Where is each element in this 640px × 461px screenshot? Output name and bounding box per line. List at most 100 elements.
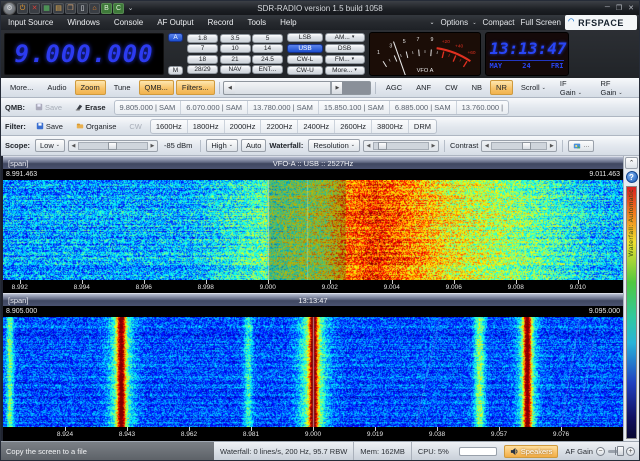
b-button-icon[interactable]: B bbox=[101, 3, 112, 14]
maximize-button[interactable]: ❐ bbox=[616, 4, 622, 12]
dsp-button-agc[interactable]: AGC bbox=[380, 80, 408, 95]
tools-icon[interactable]: ✕ bbox=[29, 3, 40, 14]
slider-thumb[interactable] bbox=[522, 142, 531, 150]
keypad-button-14[interactable]: 14 bbox=[252, 44, 283, 53]
slider-track[interactable] bbox=[78, 142, 148, 150]
scope-low-dropdown[interactable]: Low⌄ bbox=[35, 139, 65, 152]
slider-left-arrow-icon[interactable]: ◀ bbox=[69, 143, 78, 149]
scope-high-dropdown[interactable]: High⌄ bbox=[206, 139, 238, 152]
qmb-entry-4[interactable]: 6.885.000 | SAM bbox=[390, 101, 457, 114]
compact-button[interactable]: Compact bbox=[483, 18, 515, 27]
mode-button-am[interactable]: AM...▾ bbox=[325, 33, 365, 43]
app-logo-icon[interactable]: ⚙ bbox=[3, 2, 16, 15]
filter-width-2200hz[interactable]: 2200Hz bbox=[261, 120, 298, 133]
scope-auto-button[interactable]: Auto bbox=[241, 139, 266, 152]
menu-item-console[interactable]: Console bbox=[107, 15, 150, 30]
filter-width-3800hz[interactable]: 3800Hz bbox=[372, 120, 409, 133]
scroll-left-arrow-icon[interactable]: ◀ bbox=[224, 82, 235, 94]
frequency-display[interactable]: 9.000.000 bbox=[4, 33, 164, 75]
af-gain-thumb[interactable] bbox=[617, 446, 624, 456]
menu-item-af-output[interactable]: AF Output bbox=[150, 15, 200, 30]
document-icon[interactable]: ▯ bbox=[77, 3, 88, 14]
filter-save-button[interactable]: Save bbox=[31, 117, 68, 135]
filter-cw-button[interactable]: CW bbox=[124, 117, 147, 135]
toolbar-button-qmb[interactable]: QMB... bbox=[139, 80, 174, 95]
slider-thumb[interactable] bbox=[378, 142, 387, 150]
af-gain-plus-button[interactable]: + bbox=[626, 447, 635, 456]
waterfall-resolution-dropdown[interactable]: Resolution⌄ bbox=[308, 139, 360, 152]
qmb-save-button[interactable]: Save bbox=[30, 98, 67, 116]
qat-dropdown-icon[interactable]: ⌄ bbox=[125, 3, 136, 14]
toolbar-button-filters[interactable]: Filters... bbox=[176, 80, 215, 95]
menu-item-tools[interactable]: Tools bbox=[240, 15, 273, 30]
keypad-button-nav[interactable]: NAV bbox=[220, 65, 251, 74]
mode-button-cw-u[interactable]: CW-U bbox=[287, 66, 323, 76]
mode-button-dsb[interactable]: DSB bbox=[325, 44, 365, 54]
keypad-button-1.8[interactable]: 1.8 bbox=[187, 34, 218, 43]
qmb-entry-5[interactable]: 13.760.000 | bbox=[457, 101, 509, 114]
dsp-button-nb[interactable]: NB bbox=[466, 80, 488, 95]
toolbar-button-zoom[interactable]: Zoom bbox=[75, 80, 106, 95]
calendar-icon[interactable]: ▤ bbox=[53, 3, 64, 14]
panel1-span-menu[interactable]: [span] bbox=[3, 159, 33, 168]
menu-item-input-source[interactable]: Input Source bbox=[1, 15, 60, 30]
toolbar-button-more[interactable]: More... bbox=[4, 80, 39, 95]
filter-width-1600hz[interactable]: 1600Hz bbox=[151, 120, 188, 133]
dsp-button-anf[interactable]: ANF bbox=[410, 80, 437, 95]
mode-button-fm[interactable]: FM...▾ bbox=[325, 55, 365, 65]
menu-item-help[interactable]: Help bbox=[273, 15, 303, 30]
c-button-icon[interactable]: C bbox=[113, 3, 124, 14]
dsp-button-cw[interactable]: CW bbox=[439, 80, 464, 95]
slider-right-arrow-icon[interactable]: ▶ bbox=[547, 143, 556, 149]
toolbar-button-tune[interactable]: Tune bbox=[108, 80, 137, 95]
scrollbar-thumb[interactable] bbox=[235, 82, 331, 94]
close-button[interactable]: ✕ bbox=[628, 4, 634, 12]
filter-width-2600hz[interactable]: 2600Hz bbox=[335, 120, 372, 133]
mode-button-lsb[interactable]: LSB bbox=[287, 33, 323, 43]
qmb-entry-0[interactable]: 9.805.000 | SAM bbox=[115, 101, 182, 114]
mode-button-cw-l[interactable]: CW-L bbox=[287, 55, 323, 65]
scope-low-slider[interactable]: ◀ ▶ bbox=[68, 140, 158, 152]
keypad-button-18[interactable]: 18 bbox=[187, 55, 218, 64]
home-icon[interactable]: ⌂ bbox=[89, 3, 100, 14]
waterfall-vfo-a[interactable] bbox=[3, 180, 623, 280]
dropdown-rf-gain[interactable]: RF Gain⌄ bbox=[594, 76, 636, 100]
minimize-button[interactable]: ─ bbox=[605, 4, 610, 12]
power-icon[interactable]: ⏻ bbox=[17, 3, 28, 14]
slider-track[interactable] bbox=[373, 142, 429, 150]
slider-right-arrow-icon[interactable]: ▶ bbox=[148, 143, 157, 149]
keypad-button-10[interactable]: 10 bbox=[220, 44, 251, 53]
menu-item-windows[interactable]: Windows bbox=[60, 15, 106, 30]
dropdown-scroll[interactable]: Scroll⌄ bbox=[515, 80, 552, 95]
filter-width-2400hz[interactable]: 2400Hz bbox=[298, 120, 335, 133]
fullscreen-button[interactable]: Full Screen bbox=[521, 18, 561, 27]
waterfall-color-legend[interactable]: Waterfall: Automatic bbox=[626, 186, 637, 439]
menu-overflow-chevron-icon[interactable]: ⌄ bbox=[429, 19, 434, 26]
help-button[interactable]: ? bbox=[626, 171, 638, 183]
slider-thumb[interactable] bbox=[108, 142, 117, 150]
filter-width-1800hz[interactable]: 1800Hz bbox=[188, 120, 225, 133]
vfo-a-button[interactable]: A bbox=[168, 33, 183, 42]
waterfall-contrast-slider[interactable]: ◀ ▶ bbox=[481, 140, 557, 152]
screenshot-button[interactable]: … bbox=[568, 140, 594, 152]
mode-button-usb[interactable]: USB bbox=[287, 44, 323, 54]
mode-button-more[interactable]: More...▾ bbox=[325, 66, 365, 76]
keypad-button-24.5[interactable]: 24.5 bbox=[252, 55, 283, 64]
qmb-entry-1[interactable]: 6.070.000 | SAM bbox=[181, 101, 248, 114]
waterfall-wideband[interactable] bbox=[3, 317, 623, 427]
panel2-span-menu[interactable]: [span] bbox=[3, 296, 33, 305]
keypad-button-28-29[interactable]: 28/29 bbox=[187, 65, 218, 74]
toolbar-button-audio[interactable]: Audio bbox=[41, 80, 72, 95]
contacts-icon[interactable]: ❒ bbox=[65, 3, 76, 14]
options-menu[interactable]: Options ⌄ bbox=[441, 18, 477, 27]
filter-width-2000hz[interactable]: 2000Hz bbox=[225, 120, 262, 133]
keypad-button-5[interactable]: 5 bbox=[252, 34, 283, 43]
af-gain-slider[interactable] bbox=[608, 450, 623, 453]
af-gain-minus-button[interactable]: − bbox=[596, 447, 605, 456]
speakers-button[interactable]: Speakers bbox=[504, 445, 559, 458]
keypad-button-21[interactable]: 21 bbox=[220, 55, 251, 64]
waterfall-resolution-slider[interactable]: ◀ ▶ bbox=[363, 140, 439, 152]
slider-track[interactable] bbox=[491, 142, 547, 150]
memory-button[interactable]: M bbox=[168, 66, 183, 75]
menu-item-record[interactable]: Record bbox=[201, 15, 241, 30]
